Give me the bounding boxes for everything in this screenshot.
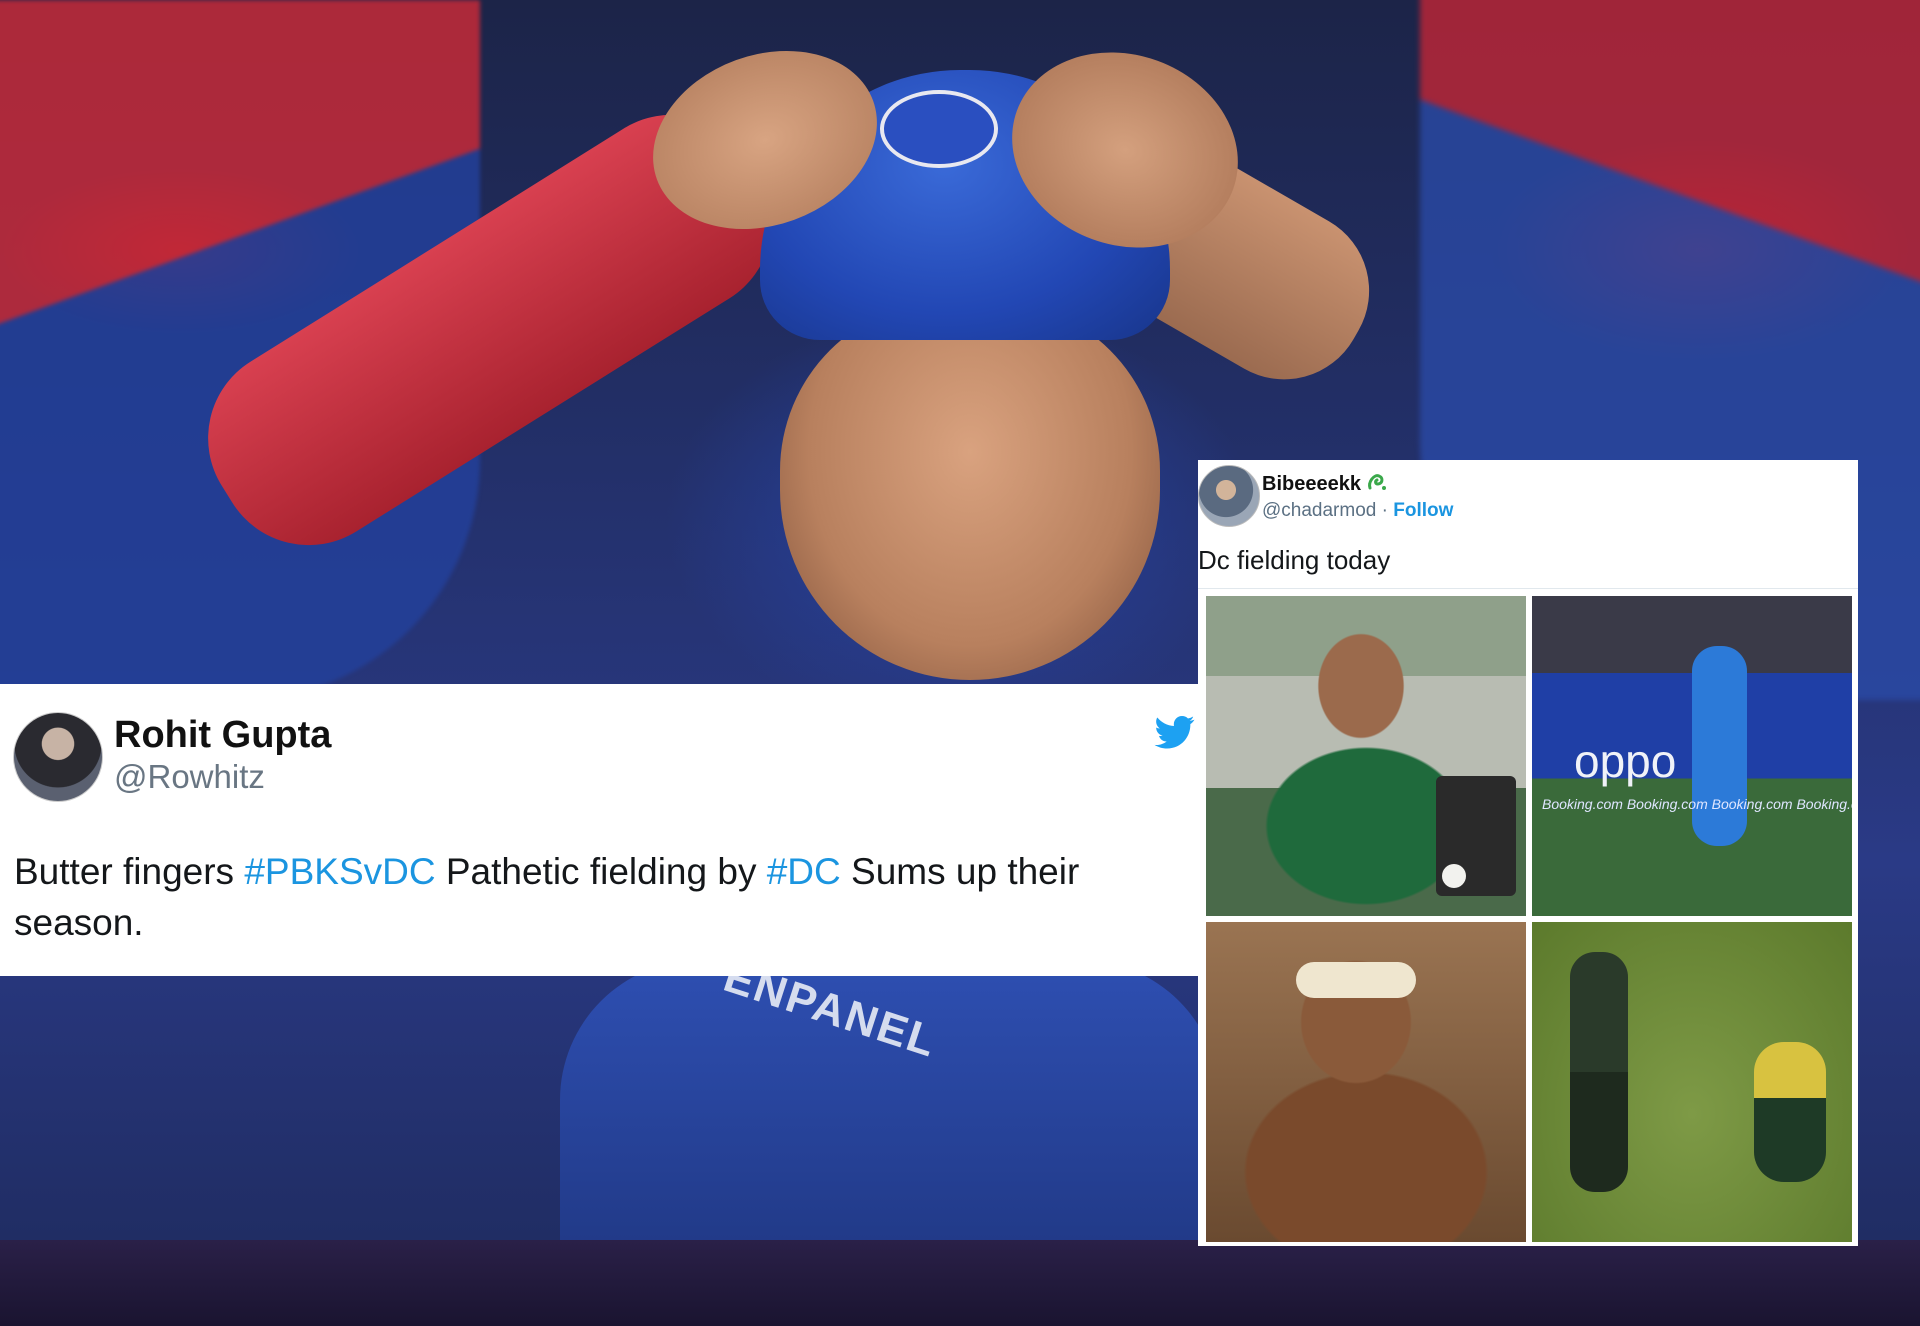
hashtag-dc[interactable]: #DC [767, 851, 841, 892]
snake-emoji-icon [1368, 474, 1386, 490]
image-fielder-blue-kit[interactable]: oppo Booking.com Booking.com Booking.com… [1532, 596, 1852, 916]
fielder [1692, 646, 1747, 846]
tweet-text-part: Pathetic fielding by [435, 851, 767, 892]
hashtag-pbksvdc[interactable]: #PBKSvDC [244, 851, 435, 892]
image-two-fielders[interactable] [1532, 922, 1852, 1242]
tweet-author-name[interactable]: Bibeeeekk [1262, 472, 1388, 496]
fielder-kneeling [1754, 1042, 1826, 1182]
twitter-bird-icon[interactable] [1153, 712, 1197, 752]
author-name-text[interactable]: Bibeeeekk [1262, 473, 1361, 495]
cap-logo [880, 90, 998, 168]
sponsor-board-text: oppo [1574, 735, 1677, 787]
avatar[interactable] [13, 712, 103, 802]
separator-dot: · [1381, 500, 1388, 521]
divider [1198, 588, 1858, 589]
image-fielder-green-kit[interactable] [1206, 596, 1526, 916]
image-movie-catch[interactable] [1206, 922, 1526, 1242]
tweet-author-handle-row: @chadarmod · Follow [1262, 500, 1453, 522]
dugout-rail [0, 1240, 1920, 1326]
follow-button[interactable]: Follow [1393, 500, 1453, 521]
headband [1296, 962, 1416, 998]
tweet-card-bibeeeekk[interactable]: Bibeeeekk @chadarmod · Follow Dc fieldin… [1198, 460, 1858, 1246]
fielder-standing [1570, 952, 1628, 1192]
boundary-board-text: Booking.com Booking.com Booking.com Book… [1542, 796, 1852, 812]
tweet-image-grid: oppo Booking.com Booking.com Booking.com… [1206, 596, 1852, 1242]
tweet-author-handle[interactable]: @chadarmod [1262, 500, 1376, 521]
tweet-author-handle[interactable]: @Rowhitz [114, 758, 265, 796]
tweet-author-name[interactable]: Rohit Gupta [114, 714, 331, 757]
tweet-text: Butter fingers #PBKSvDC Pathetic fieldin… [14, 846, 1174, 948]
avatar[interactable] [1198, 465, 1260, 527]
coach-face [780, 300, 1160, 680]
tweet-card-rohit[interactable]: Rohit Gupta @Rowhitz Butter fingers #PBK… [0, 684, 1198, 976]
ball [1442, 864, 1466, 888]
tweet-text-part: Butter fingers [14, 851, 245, 892]
tweet-text: Dc fielding today [1198, 545, 1391, 575]
